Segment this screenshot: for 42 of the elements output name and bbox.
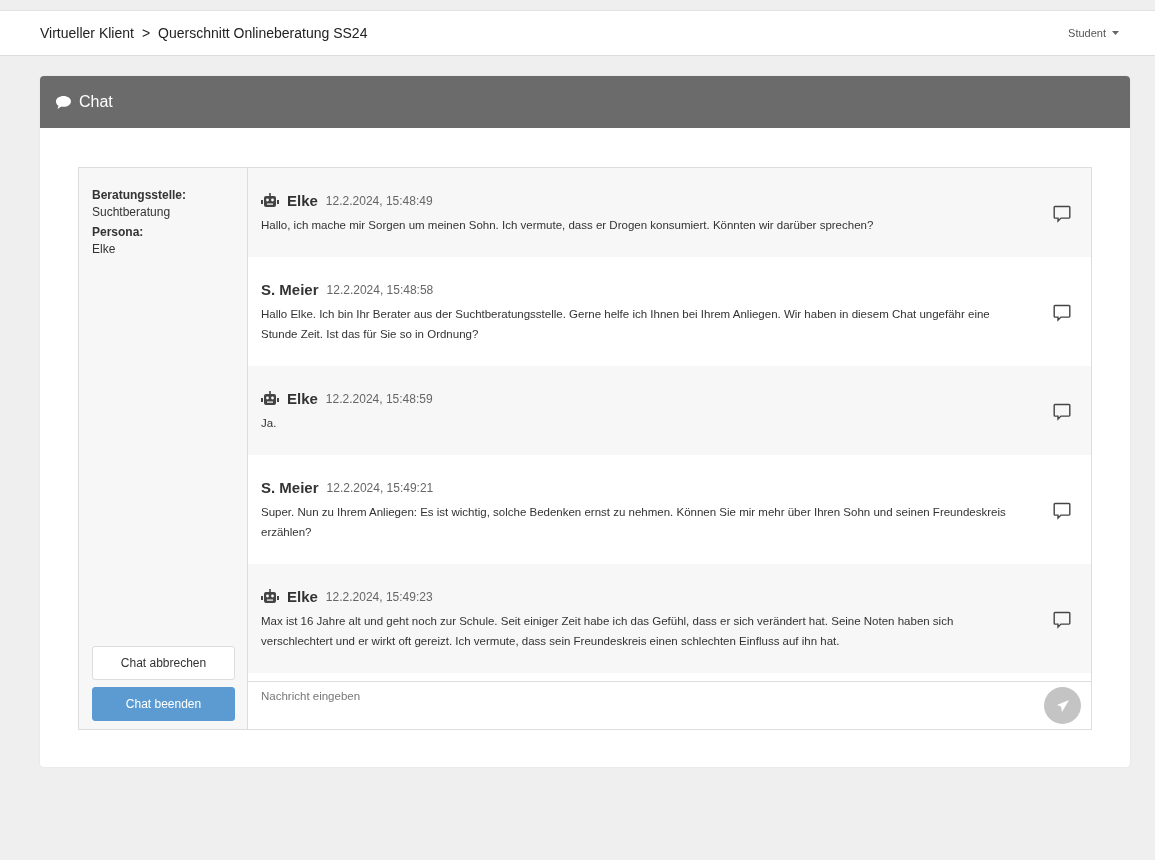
field-label: Beratungsstelle: [92, 188, 188, 202]
comment-icon [1053, 610, 1071, 629]
message-text: Hallo, ich mache mir Sorgen um meinen Sohn. Ich vermute, dass er Drogen konsumiert. Könnten wir darüber sprechen? [261, 218, 875, 233]
message-time: 12.2.2024, 15:48:59 [325, 391, 433, 406]
field-label: Persona: [92, 225, 145, 239]
comment-button[interactable] [1053, 402, 1071, 421]
comment-icon [1053, 303, 1071, 322]
robot-icon [261, 589, 279, 604]
comment-button[interactable] [1053, 501, 1071, 520]
comment-icon [1053, 204, 1071, 223]
cancel-chat-button[interactable]: Chat abbrechen [92, 646, 235, 680]
speech-bubble-icon [56, 95, 71, 109]
breadcrumb-item[interactable]: Querschnitt Onlineberatung SS24 [158, 25, 368, 41]
breadcrumb-separator: > [141, 25, 151, 41]
sender-name: Elke [287, 390, 318, 407]
sender-name: S. Meier [261, 281, 319, 298]
message-text: Ja. [261, 416, 278, 431]
paper-plane-icon [1056, 699, 1069, 712]
breadcrumb-item[interactable]: Virtueller Klient [40, 25, 134, 41]
comment-icon [1053, 501, 1071, 520]
message-time: 12.2.2024, 15:49:21 [326, 480, 434, 495]
message-text: Hallo Elke. Ich bin Ihr Berater aus der Suchtberatungsstelle. Gerne helfe ich Ihnen bei Ihrem Anliegen. Wir haben in diesem Chat ungefähr eine Stunde Zeit. Ist das für Sie so in Ordnung? [261, 307, 991, 342]
message-time: 12.2.2024, 15:48:58 [326, 282, 434, 297]
caret-icon [1112, 31, 1119, 35]
robot-icon [261, 391, 279, 406]
card-title: Chat [79, 93, 113, 111]
sender-name: Elke [287, 192, 318, 209]
field-value: Elke [92, 242, 117, 256]
message-input[interactable]: Nachricht eingeben [261, 682, 1044, 702]
message-time: 12.2.2024, 15:48:49 [325, 193, 433, 208]
comment-button[interactable] [1053, 610, 1071, 629]
message-time: 12.2.2024, 15:49:23 [325, 589, 433, 604]
field-value: Suchtberatung [92, 205, 172, 219]
message-text: Max ist 16 Jahre alt und geht noch zur Schule. Seit einiger Zeit habe ich das Gefühl, dass er sich verändert hat. Seine Noten haben sich verschlechtert und er wirkt oft gereizt. Ich vermute, dass sein Freundeskreis einen schlechten Einfluss auf ihn hat. [261, 614, 955, 649]
robot-icon [261, 193, 279, 208]
comment-icon [1053, 402, 1071, 421]
sender-name: Elke [287, 588, 318, 605]
sender-name: S. Meier [261, 479, 319, 496]
message-text: Super. Nun zu Ihrem Anliegen: Es ist wichtig, solche Bedenken ernst zu nehmen. Können Sie mir mehr über Ihren Sohn und seinen Freundeskreis erzählen? [261, 505, 1007, 540]
user-menu[interactable]: Student [1062, 26, 1125, 40]
comment-button[interactable] [1053, 303, 1071, 322]
comment-button[interactable] [1053, 204, 1071, 223]
